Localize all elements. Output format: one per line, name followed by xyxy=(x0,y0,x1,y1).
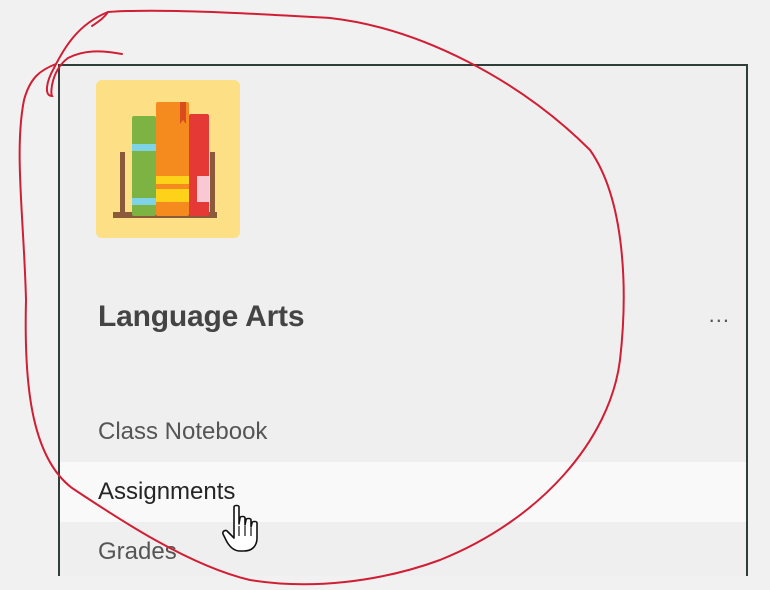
books-icon xyxy=(113,102,217,218)
channel-grades[interactable]: Grades xyxy=(60,522,746,576)
hand-pointer-cursor-icon xyxy=(222,504,258,552)
screenshot-stage: Language Arts ... Class Notebook Assignm… xyxy=(0,0,770,590)
team-name: Language Arts xyxy=(98,300,305,333)
team-avatar[interactable] xyxy=(96,80,240,238)
team-card: Language Arts ... Class Notebook Assignm… xyxy=(58,64,748,576)
channel-assignments[interactable]: Assignments xyxy=(60,462,746,522)
more-options-button[interactable]: ... xyxy=(709,302,730,328)
channel-class-notebook[interactable]: Class Notebook xyxy=(60,402,746,462)
